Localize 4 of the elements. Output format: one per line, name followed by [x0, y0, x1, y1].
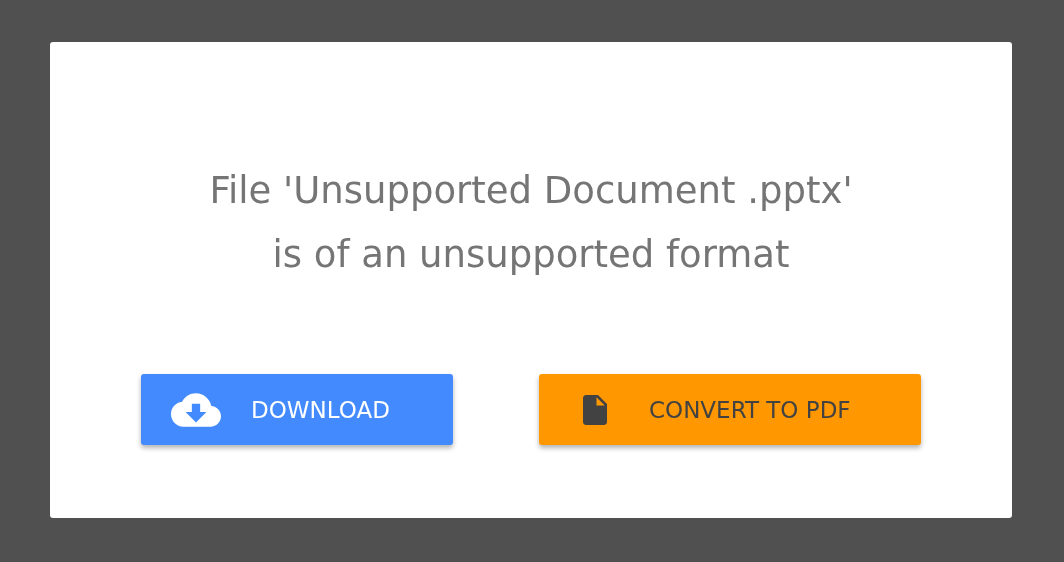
download-button[interactable]: DOWNLOAD: [141, 374, 453, 445]
error-message: File 'Unsupported Document .pptx': [209, 168, 853, 214]
convert-button[interactable]: CONVERT TO PDF: [539, 374, 921, 445]
error-message: is of an unsupported format: [272, 232, 790, 278]
